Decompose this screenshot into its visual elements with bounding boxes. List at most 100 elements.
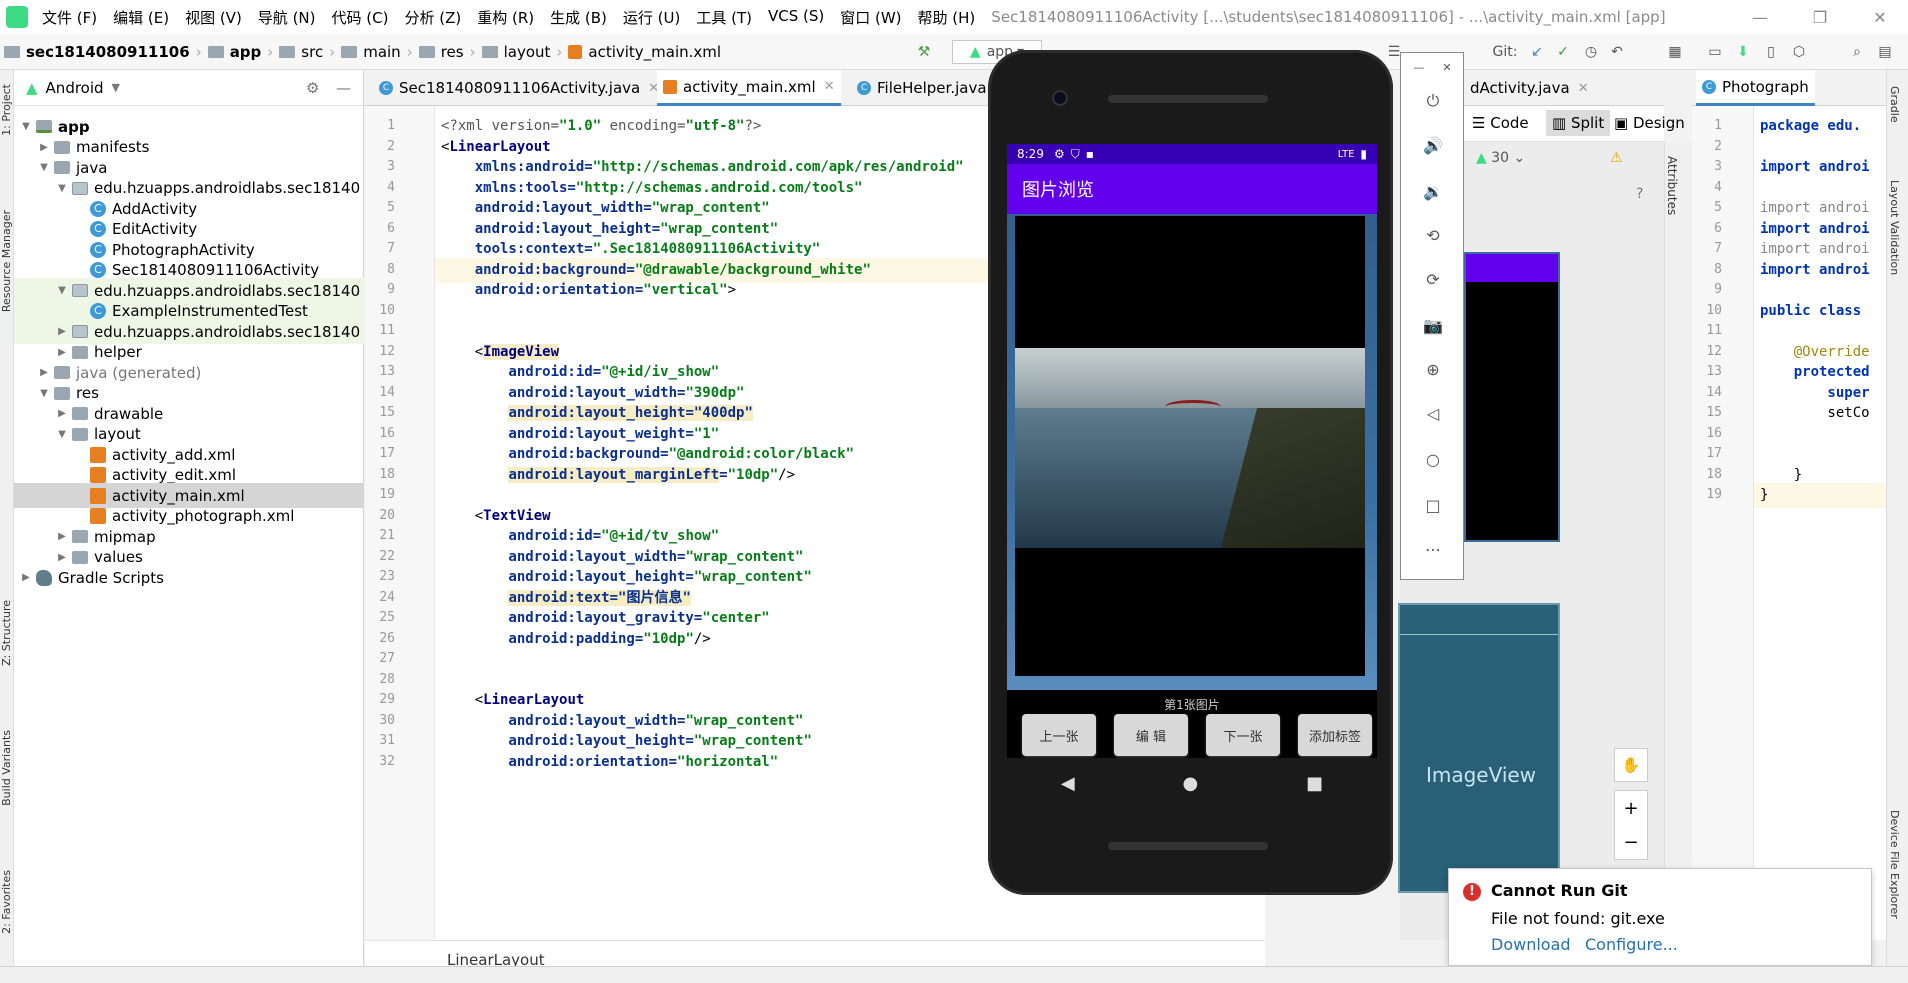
image-view[interactable] <box>1015 216 1365 676</box>
tab-filehelper-java[interactable]: C FileHelper.java <box>851 70 993 106</box>
expand-arrow-icon[interactable]: ▶ <box>56 347 68 358</box>
add-tag-button[interactable]: 添加标签 <box>1298 714 1372 756</box>
git-commit-icon[interactable]: ✓ <box>1552 40 1574 64</box>
expand-arrow-icon[interactable]: ▶ <box>56 326 68 337</box>
rotate-left-icon[interactable]: ⟲ <box>1421 223 1445 247</box>
expand-arrow-icon[interactable]: ▼ <box>38 162 50 173</box>
prev-image-button[interactable]: 上一张 <box>1022 714 1096 756</box>
tool-tab-gradle[interactable]: Gradle <box>1887 86 1901 123</box>
edit-button[interactable]: 编 辑 <box>1114 714 1188 756</box>
tool-tab-layout-validation[interactable]: Layout Validation <box>1887 180 1901 275</box>
minimize-icon[interactable]: — <box>1736 0 1784 34</box>
tab-activity-java[interactable]: dActivity.java ✕ <box>1464 70 1595 106</box>
menu-item[interactable]: 分析 (Z) <box>396 7 469 28</box>
warning-icon[interactable]: ⚠ <box>1610 150 1623 166</box>
tab-sec-activity-java[interactable]: C Sec1814080911106Activity.java ✕ <box>373 70 665 106</box>
expand-arrow-icon[interactable]: ▶ <box>20 572 32 583</box>
camera-icon[interactable]: 📷 <box>1421 313 1445 337</box>
menu-item[interactable]: 代码 (C) <box>324 7 397 28</box>
download-link[interactable]: Download <box>1491 935 1571 954</box>
expand-arrow-icon[interactable]: ▶ <box>38 142 50 153</box>
tool-tab-build-variants[interactable]: Build Variants <box>0 730 14 806</box>
breadcrumb-module[interactable]: app <box>230 43 262 61</box>
device-icon[interactable]: ▯ <box>1760 40 1782 64</box>
tab-photograph[interactable]: C Photograph <box>1696 70 1815 106</box>
menu-item[interactable]: 窗口 (W) <box>832 7 909 28</box>
volume-up-icon[interactable]: 🔊 <box>1421 133 1445 157</box>
breadcrumb-item[interactable]: main <box>363 43 400 61</box>
expand-arrow-icon[interactable]: ▶ <box>38 367 50 378</box>
close-icon[interactable]: ✕ <box>1435 55 1459 79</box>
configure-link[interactable]: Configure... <box>1585 935 1678 954</box>
code-view-button[interactable]: ☰ Code <box>1472 114 1529 132</box>
recents-icon[interactable]: ■ <box>1306 773 1323 794</box>
tree-item[interactable]: ▶ Gradle Scripts <box>14 565 364 590</box>
menu-item[interactable]: 导航 (N) <box>250 7 324 28</box>
menu-item[interactable]: 运行 (U) <box>615 7 688 28</box>
close-icon[interactable]: ✕ <box>1856 0 1904 34</box>
expand-arrow-icon[interactable]: ▼ <box>56 429 68 440</box>
expand-arrow-icon[interactable]: ▼ <box>38 388 50 399</box>
close-tab-icon[interactable]: ✕ <box>824 79 835 94</box>
rotate-right-icon[interactable]: ⟳ <box>1421 267 1445 291</box>
maximize-icon[interactable]: ❐ <box>1796 0 1844 34</box>
expand-arrow-icon[interactable]: ▼ <box>56 285 68 296</box>
menu-item[interactable]: 视图 (V) <box>177 7 250 28</box>
tool-tab-favorites[interactable]: 2: Favorites <box>0 870 14 934</box>
menu-item[interactable]: 生成 (B) <box>542 7 615 28</box>
breadcrumb-project[interactable]: sec1814080911106 <box>26 43 190 61</box>
close-tab-icon[interactable]: ✕ <box>1578 81 1589 96</box>
sdk-manager-icon[interactable]: ⬇ <box>1732 40 1754 64</box>
git-update-icon[interactable]: ↙ <box>1526 40 1548 64</box>
breadcrumb-item[interactable]: src <box>301 43 323 61</box>
api-level-dropdown[interactable]: ▲ 30 ⌄ <box>1476 150 1525 166</box>
minimize-icon[interactable]: — <box>1407 55 1431 79</box>
menu-item[interactable]: VCS (S) <box>760 7 832 28</box>
revert-icon[interactable]: ↶ <box>1606 40 1628 64</box>
back-icon[interactable]: ◀ <box>1061 773 1075 794</box>
history-icon[interactable]: ◷ <box>1580 40 1602 64</box>
breadcrumb-item[interactable]: res <box>441 43 464 61</box>
design-view-button[interactable]: ▣ Design <box>1614 114 1685 132</box>
pan-icon[interactable]: ✋ <box>1614 748 1648 782</box>
settings-icon[interactable]: ▤ <box>1874 40 1896 64</box>
layout-preview[interactable] <box>1464 252 1560 542</box>
menu-item[interactable]: 编辑 (E) <box>105 7 177 28</box>
breadcrumb-file[interactable]: activity_main.xml <box>588 43 721 61</box>
menu-item[interactable]: 工具 (T) <box>688 7 760 28</box>
overview-icon[interactable]: □ <box>1421 493 1445 517</box>
zoom-out-icon[interactable]: − <box>1623 832 1638 853</box>
home-icon[interactable]: ● <box>1183 773 1199 794</box>
expand-arrow-icon[interactable]: ▶ <box>56 408 68 419</box>
back-icon[interactable]: ◁ <box>1421 401 1445 425</box>
home-icon[interactable]: ○ <box>1421 447 1445 471</box>
expand-arrow-icon[interactable]: ▼ <box>20 121 32 132</box>
search-icon[interactable]: ⌕ <box>1846 40 1868 64</box>
more-icon[interactable]: ⋯ <box>1421 537 1445 561</box>
hide-panel-icon[interactable]: — <box>336 79 351 97</box>
breadcrumb-item[interactable]: layout <box>504 43 551 61</box>
tab-activity-main-xml[interactable]: activity_main.xml ✕ <box>657 70 841 106</box>
zoom-in-icon[interactable]: + <box>1623 798 1638 819</box>
zoom-icon[interactable]: ⊕ <box>1421 357 1445 381</box>
gear-icon[interactable]: ⚙ <box>306 79 319 97</box>
java-code-editor[interactable]: package edu. import androi import androi im… <box>1754 106 1886 940</box>
menu-item[interactable]: 文件 (F) <box>34 7 105 28</box>
tool-tab-device-file-explorer[interactable]: Device File Explorer <box>1887 810 1901 919</box>
tool-tab-structure[interactable]: Z: Structure <box>0 600 14 666</box>
chevron-down-icon[interactable]: ▼ <box>112 81 120 94</box>
tool-tab-resource-manager[interactable]: Resource Manager <box>0 210 14 312</box>
split-view-button[interactable]: ▥ Split <box>1546 110 1611 136</box>
expand-arrow-icon[interactable]: ▶ <box>56 531 68 542</box>
hammer-icon[interactable]: ⚒ <box>912 40 936 64</box>
power-icon[interactable]: ⏻ <box>1421 89 1445 113</box>
blueprint-preview[interactable]: ImageView <box>1398 603 1560 893</box>
expand-arrow-icon[interactable]: ▼ <box>56 183 68 194</box>
emulator-screen[interactable]: 8:29 ⚙ ⛉ ▪ LTE ▮ 图片浏览 第1张图片 <box>1007 144 1377 758</box>
expand-arrow-icon[interactable]: ▶ <box>56 552 68 563</box>
layout-inspector-icon[interactable]: ⬡ <box>1788 40 1810 64</box>
next-image-button[interactable]: 下一张 <box>1206 714 1280 756</box>
tool-tab-project[interactable]: 1: Project <box>0 84 14 136</box>
avd-manager-icon[interactable]: ▭ <box>1704 40 1726 64</box>
project-view-dropdown[interactable]: Android <box>46 79 104 97</box>
